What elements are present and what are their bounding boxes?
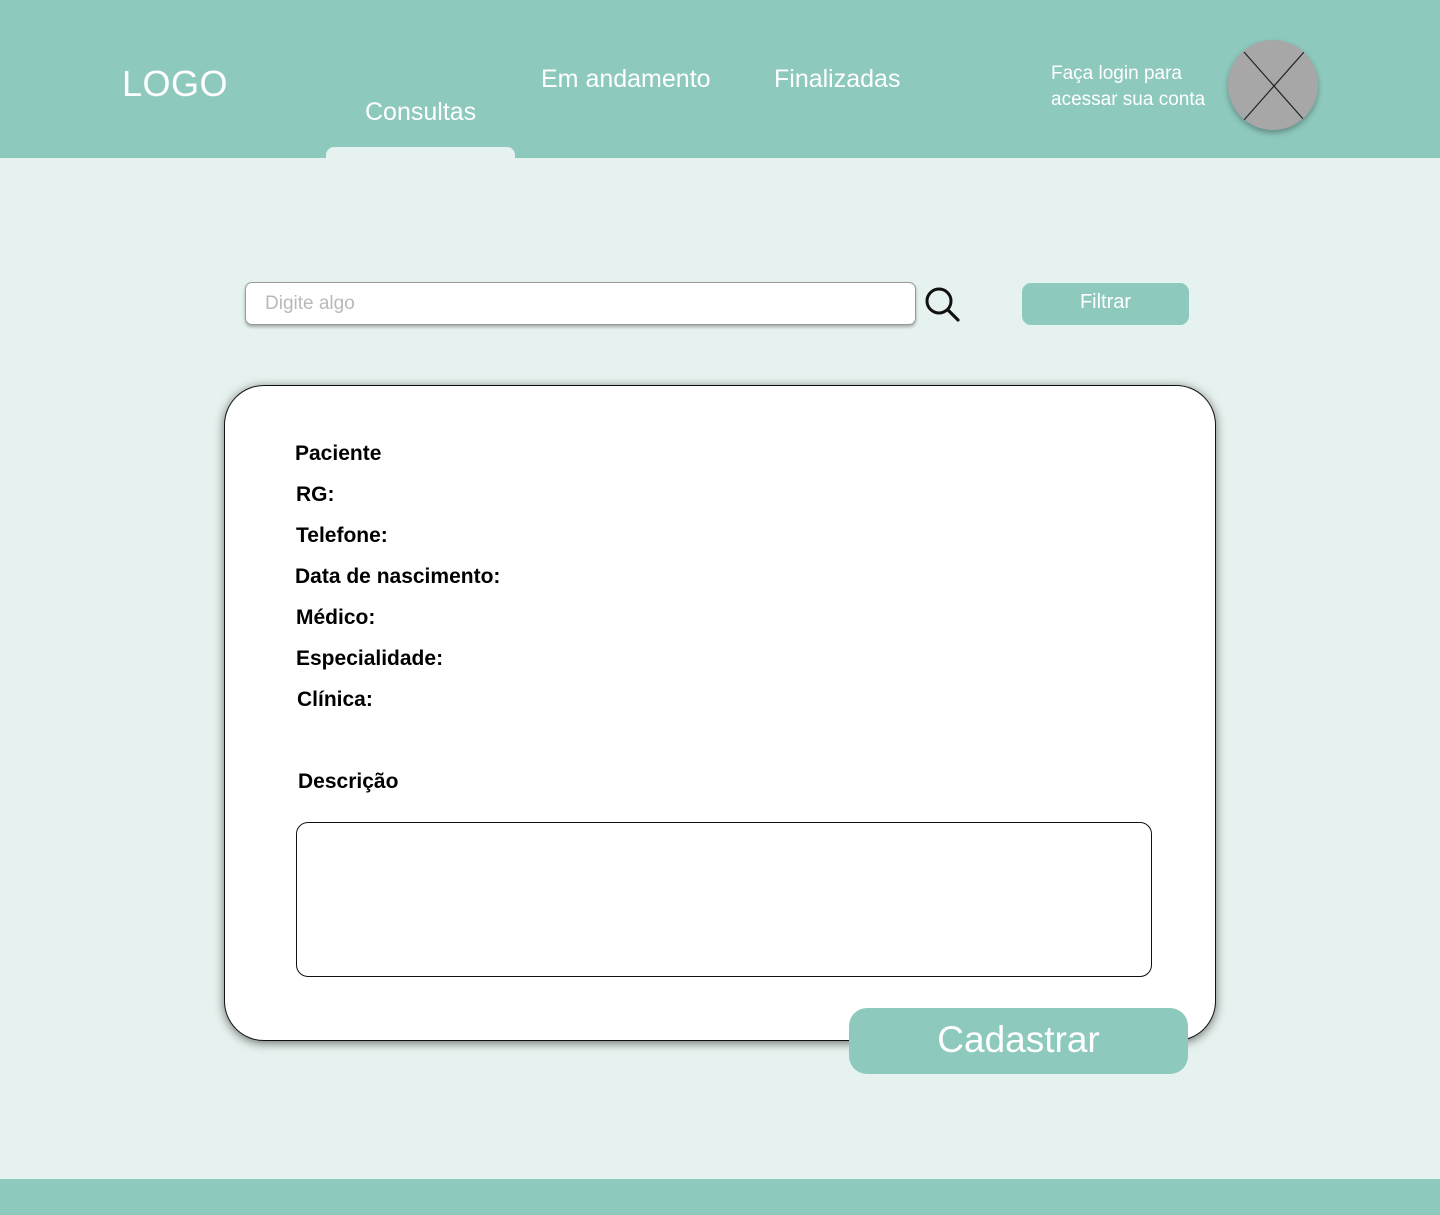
header: LOGO Consultas Em andamento Finalizadas …: [0, 0, 1440, 158]
description-field[interactable]: [296, 822, 1152, 977]
login-prompt-line-2: acessar sua conta: [1051, 89, 1206, 110]
tab-em-andamento[interactable]: Em andamento: [541, 64, 711, 94]
field-label-rg: RG:: [296, 483, 335, 506]
logo[interactable]: LOGO: [122, 64, 228, 104]
search-icon[interactable]: [922, 285, 962, 325]
tab-consultas[interactable]: Consultas: [365, 97, 476, 127]
filter-button[interactable]: Filtrar: [1022, 283, 1189, 325]
field-label-paciente: Paciente: [295, 442, 382, 465]
login-prompt[interactable]: Faça login para acessar sua conta: [1051, 61, 1221, 113]
active-tab-indicator: [326, 147, 515, 158]
avatar[interactable]: [1228, 40, 1318, 130]
avatar-placeholder-icon: [1243, 51, 1305, 121]
cadastrar-button[interactable]: Cadastrar: [849, 1008, 1188, 1074]
field-label-clinica: Clínica:: [297, 688, 373, 711]
description-label: Descrição: [298, 770, 399, 793]
field-label-medico: Médico:: [296, 606, 376, 629]
field-label-data-nascimento: Data de nascimento:: [295, 565, 501, 588]
login-prompt-line-1: Faça login para: [1051, 63, 1182, 84]
tab-finalizadas[interactable]: Finalizadas: [774, 64, 900, 94]
search-input[interactable]: [245, 282, 916, 325]
field-label-especialidade: Especialidade:: [296, 647, 444, 670]
footer: [0, 1179, 1440, 1215]
field-label-telefone: Telefone:: [296, 524, 388, 547]
